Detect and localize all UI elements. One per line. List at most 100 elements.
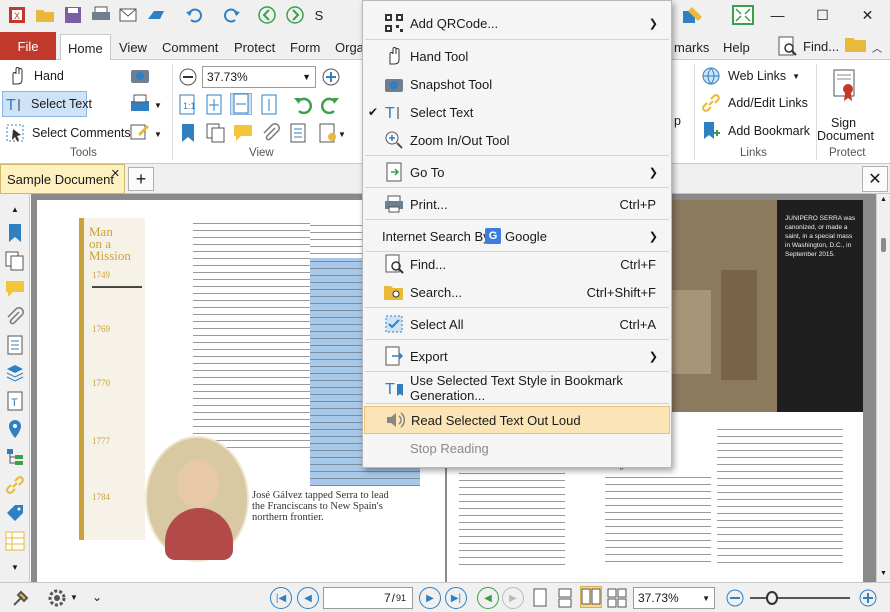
fullscreen-icon[interactable] xyxy=(732,4,754,26)
sign-document-line1[interactable]: Sign xyxy=(831,116,856,130)
comments-panel-icon[interactable] xyxy=(4,278,26,300)
continuous-page-icon[interactable] xyxy=(554,587,576,609)
tools-icon[interactable] xyxy=(10,587,32,609)
menu-item-find[interactable]: Find... Ctrl+F xyxy=(364,250,670,278)
back-icon[interactable] xyxy=(256,4,278,26)
bookmarks-panel-icon[interactable] xyxy=(4,222,26,244)
tab-bookmarks[interactable]: marks xyxy=(667,34,716,60)
scroll-down-icon[interactable]: ▼ xyxy=(880,570,887,577)
menu-item-select-text[interactable]: ✔ T Select Text xyxy=(364,98,670,126)
zoom-slider-thumb[interactable] xyxy=(766,591,778,605)
sign-document-line2[interactable]: Document xyxy=(817,129,874,143)
location-panel-icon[interactable] xyxy=(4,418,26,440)
menu-item-export[interactable]: Export ❯ xyxy=(364,342,670,370)
page-number-field[interactable]: 7/91 xyxy=(323,587,413,609)
menu-item-read-aloud[interactable]: Read Selected Text Out Loud xyxy=(364,406,670,434)
maximize-button[interactable]: ☐ xyxy=(800,0,845,30)
facing-pages-icon[interactable] xyxy=(580,586,602,608)
bookmark-icon[interactable] xyxy=(177,122,199,144)
pages-panel-icon[interactable] xyxy=(4,250,26,272)
rotate-left-icon[interactable] xyxy=(292,94,314,116)
single-page-icon[interactable] xyxy=(529,587,551,609)
menu-item-bookmark-style[interactable]: T Use Selected Text Style in Bookmark Ge… xyxy=(364,373,670,403)
fields-panel-icon[interactable] xyxy=(4,530,26,552)
zoom-in-icon[interactable] xyxy=(857,587,879,609)
tab-protect[interactable]: Protect xyxy=(227,34,282,60)
tab-form[interactable]: Form xyxy=(283,34,327,60)
menu-item-snapshot-tool[interactable]: Snapshot Tool xyxy=(364,70,670,98)
back-view-button[interactable]: ◀ xyxy=(477,587,499,609)
typewriter-icon[interactable] xyxy=(129,92,151,114)
zoom-out-icon[interactable] xyxy=(724,587,746,609)
new-tab-button[interactable]: + xyxy=(128,167,154,191)
hand-tool-button[interactable]: Hand xyxy=(6,64,64,88)
email-icon[interactable] xyxy=(118,4,140,26)
chevron-down-icon[interactable]: ▼ xyxy=(154,101,162,110)
add-edit-links-button[interactable]: Add/Edit Links xyxy=(700,92,808,114)
snapshot-icon[interactable] xyxy=(129,64,151,86)
comments-icon[interactable] xyxy=(233,122,255,144)
next-page-button[interactable]: ▶ xyxy=(419,587,441,609)
tab-comment[interactable]: Comment xyxy=(155,34,225,60)
forward-icon[interactable] xyxy=(284,4,306,26)
tab-file[interactable]: File xyxy=(0,32,56,60)
settings-gear-icon[interactable] xyxy=(46,587,68,609)
forward-view-button[interactable]: ▶ xyxy=(502,587,524,609)
layers-panel-icon[interactable] xyxy=(4,362,26,384)
attachment-icon[interactable] xyxy=(260,122,282,144)
continuous-facing-icon[interactable] xyxy=(606,587,628,609)
status-zoom-select[interactable]: 37.73% ▼ xyxy=(633,587,715,609)
scan-icon[interactable] xyxy=(146,4,168,26)
minimize-button[interactable]: — xyxy=(755,0,800,30)
close-document-button[interactable]: ✕ xyxy=(862,166,888,192)
menu-item-select-all[interactable]: Select All Ctrl+A xyxy=(364,310,670,338)
select-comments-button[interactable]: Select Comments xyxy=(4,121,131,145)
folder-search-icon[interactable] xyxy=(844,33,866,55)
rotate-right-icon[interactable] xyxy=(319,94,341,116)
fit-page-icon[interactable] xyxy=(203,94,225,116)
document-tab[interactable]: Sample Document ✕ xyxy=(0,164,125,194)
first-page-button[interactable]: |◀ xyxy=(270,587,292,609)
menu-item-add-qrcode[interactable]: Add QRCode... ❯ xyxy=(364,9,670,37)
scroll-thumb[interactable] xyxy=(881,238,886,252)
tags-panel-icon[interactable]: T xyxy=(4,390,26,412)
open-folder-icon[interactable] xyxy=(34,4,56,26)
print-icon[interactable] xyxy=(90,4,112,26)
zoom-select[interactable]: 37.73% ▼ xyxy=(202,66,316,88)
structure-panel-icon[interactable] xyxy=(4,446,26,468)
links-panel-icon[interactable] xyxy=(4,474,26,496)
attachments-panel-icon[interactable] xyxy=(4,306,26,328)
pages-icon[interactable] xyxy=(205,122,227,144)
menu-item-hand-tool[interactable]: Hand Tool xyxy=(364,42,670,70)
menu-item-zoom-tool[interactable]: Zoom In/Out Tool xyxy=(364,126,670,154)
menu-item-print[interactable]: Print... Ctrl+P xyxy=(364,190,670,218)
chevron-down-icon[interactable]: ▼ xyxy=(154,130,162,139)
menu-item-search[interactable]: Search... Ctrl+Shift+F xyxy=(364,278,670,306)
chevron-down-icon[interactable]: ▼ xyxy=(4,556,26,578)
web-links-button[interactable]: Web Links ▼ xyxy=(700,65,800,87)
menu-item-stop-reading[interactable]: Stop Reading xyxy=(364,434,670,462)
chevron-up-icon[interactable]: ▲ xyxy=(4,198,26,220)
find-button[interactable]: Find... xyxy=(770,33,846,59)
menu-item-internet-search[interactable]: Internet Search By: G Google ❯ xyxy=(364,222,670,250)
zoom-out-icon[interactable] xyxy=(177,66,199,88)
select-text-button[interactable]: T Select Text xyxy=(2,91,92,117)
properties-icon[interactable] xyxy=(317,122,339,144)
edit-box-icon[interactable] xyxy=(129,121,151,143)
edit-tools-icon[interactable] xyxy=(682,4,704,26)
close-tab-icon[interactable]: ✕ xyxy=(111,167,120,180)
chevron-down-icon[interactable]: ▼ xyxy=(338,130,346,139)
scroll-up-icon[interactable]: ▲ xyxy=(880,196,887,203)
vertical-scrollbar[interactable]: ▲ ▼ xyxy=(876,194,890,582)
chevron-down-icon[interactable]: ⌄ xyxy=(92,590,102,604)
close-button[interactable]: ✕ xyxy=(845,0,890,30)
save-icon[interactable] xyxy=(62,4,84,26)
document-panel-icon[interactable] xyxy=(4,334,26,356)
chevron-down-icon[interactable]: ▼ xyxy=(70,593,78,602)
undo-icon[interactable] xyxy=(184,4,206,26)
tab-home[interactable]: Home xyxy=(60,34,111,61)
menu-item-go-to[interactable]: Go To ❯ xyxy=(364,158,670,186)
fit-width-icon[interactable] xyxy=(230,93,252,115)
add-bookmark-button[interactable]: Add Bookmark xyxy=(700,120,810,142)
zoom-in-icon[interactable] xyxy=(320,66,342,88)
